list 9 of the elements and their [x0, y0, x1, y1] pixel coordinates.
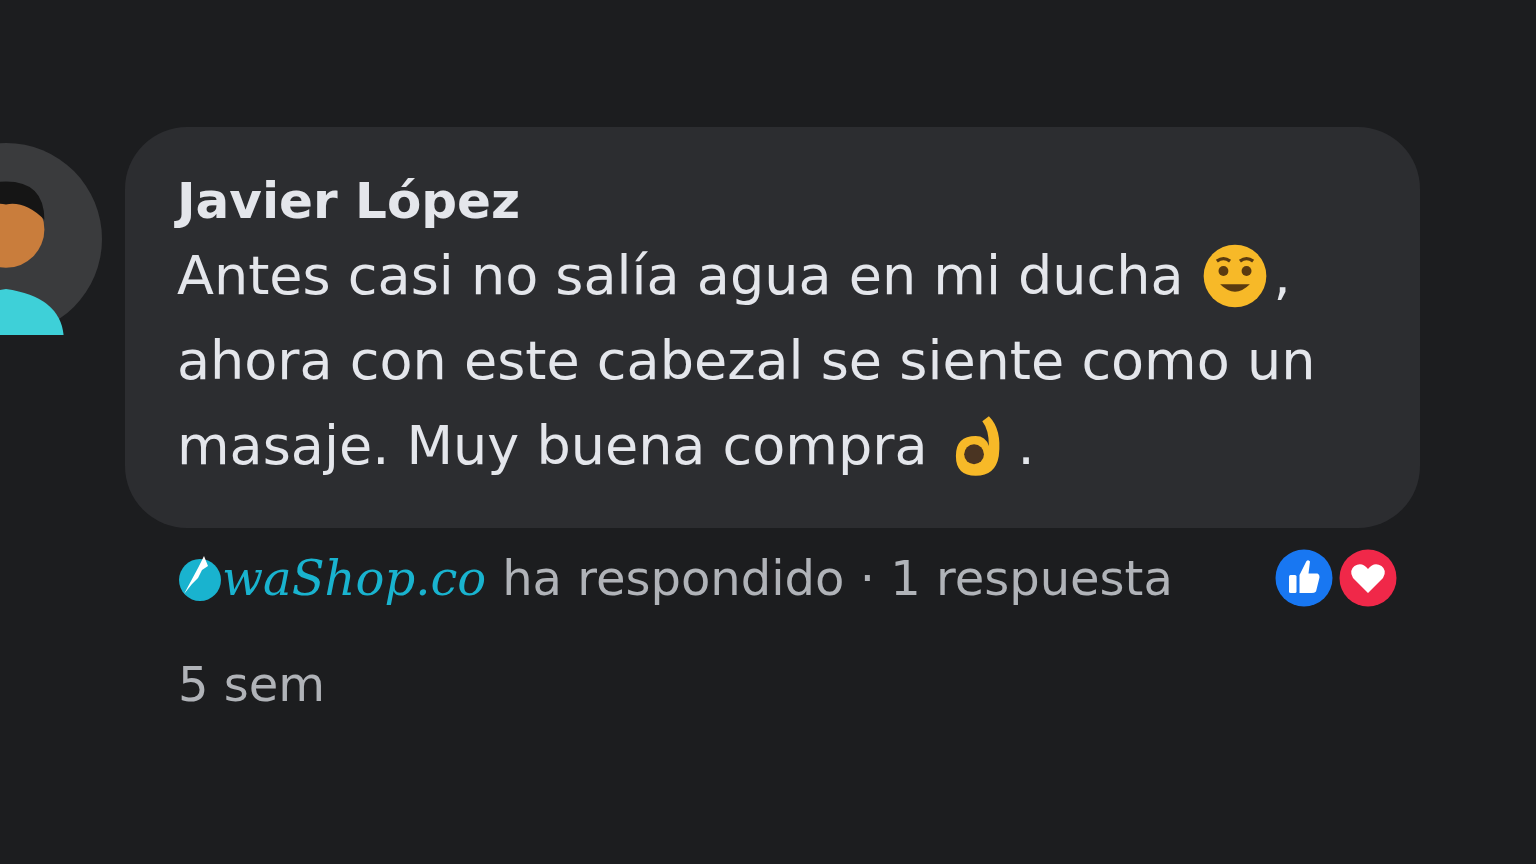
comment-text: ahora con este cabezal se siente como un	[177, 328, 1316, 394]
comment-text: masaje. Muy buena compra	[177, 413, 928, 479]
comment-text: Antes casi no salía agua en mi ducha	[177, 243, 1184, 309]
thumbs-up-icon	[1274, 548, 1334, 608]
comment-text: ,	[1273, 243, 1291, 309]
drop-logo-icon	[178, 554, 222, 602]
smiling-face-icon	[1201, 242, 1268, 309]
timestamp[interactable]: 5 sem	[178, 648, 1536, 720]
comment-text: .	[1017, 413, 1035, 479]
